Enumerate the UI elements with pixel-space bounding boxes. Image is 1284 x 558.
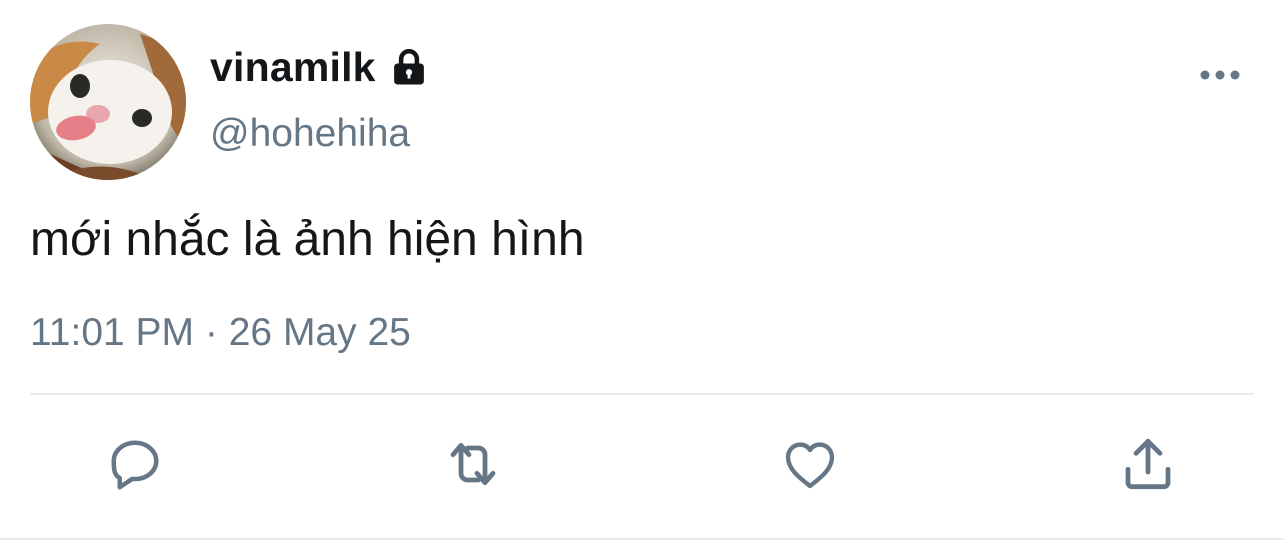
tweet-timestamp[interactable]: 11:01 PM · 26 May 25 bbox=[30, 310, 411, 356]
tweet-time: 11:01 PM bbox=[30, 311, 195, 354]
retweet-icon bbox=[450, 442, 496, 486]
share-button[interactable] bbox=[1116, 432, 1180, 496]
tweet-date: 26 May 25 bbox=[228, 311, 411, 354]
display-name[interactable]: vinamilk bbox=[210, 44, 376, 90]
cat-avatar-image bbox=[30, 24, 186, 180]
more-options-button[interactable] bbox=[1196, 58, 1244, 92]
reply-button[interactable] bbox=[103, 432, 167, 496]
more-options-icon bbox=[1200, 70, 1240, 80]
share-icon bbox=[1125, 438, 1171, 490]
heart-icon bbox=[785, 442, 835, 489]
retweet-button[interactable] bbox=[441, 432, 505, 496]
avatar[interactable] bbox=[30, 24, 186, 180]
tweet-text: mới nhắc là ảnh hiện hình bbox=[30, 213, 585, 266]
user-handle[interactable]: @hohehiha bbox=[210, 112, 410, 156]
lock-icon bbox=[388, 46, 430, 88]
divider-bottom bbox=[0, 538, 1284, 540]
divider bbox=[30, 393, 1254, 395]
reply-icon bbox=[111, 440, 159, 490]
tweet-card: vinamilk @hohehiha mới nhắc là ảnh hiện … bbox=[0, 0, 1284, 558]
like-button[interactable] bbox=[778, 432, 842, 496]
meta-separator: · bbox=[204, 311, 218, 354]
display-name-row[interactable]: vinamilk bbox=[210, 44, 430, 90]
